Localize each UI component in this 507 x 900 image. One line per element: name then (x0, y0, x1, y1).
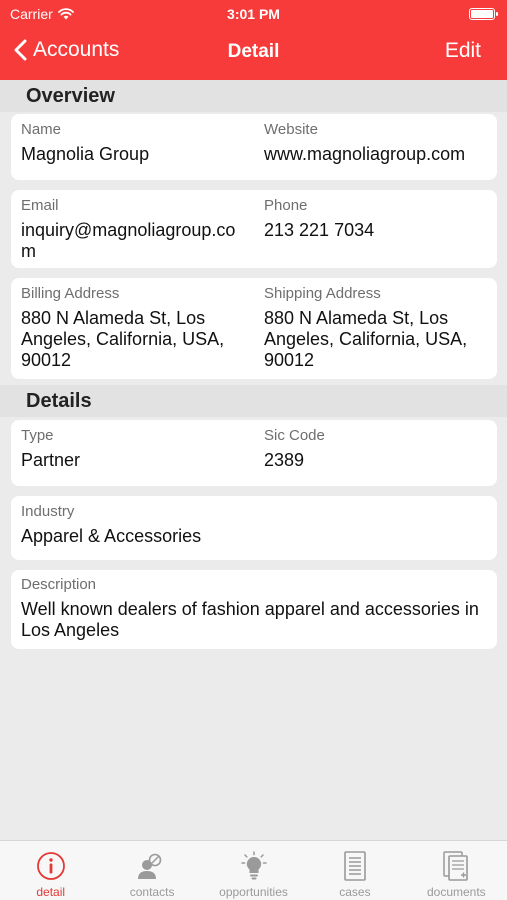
nav-bar: Accounts Detail Edit (0, 30, 507, 76)
type-value: Partner (21, 450, 81, 470)
address-card: Billing Address 880 N Alameda St, Los An… (11, 278, 497, 379)
sic-code-label: Sic Code (264, 427, 325, 444)
description-label: Description (21, 576, 97, 593)
name-website-card: Name Magnolia Group Website www.magnolia… (11, 114, 497, 180)
shipping-address-value: 880 N Alameda St, Los Angeles, Californi… (264, 308, 468, 370)
edit-button[interactable]: Edit (445, 39, 481, 63)
industry-card: Industry Apparel & Accessories (11, 496, 497, 560)
battery-icon (469, 8, 498, 20)
tab-documents-label: documents (426, 885, 486, 899)
industry-label: Industry (21, 503, 75, 520)
info-icon (34, 850, 68, 882)
phone-value[interactable]: 213 221 7034 (264, 220, 494, 241)
description-value: Well known dealers of fashion apparel an… (21, 599, 479, 640)
billing-address-label: Billing Address (21, 285, 120, 302)
billing-address-value: 880 N Alameda St, Los Angeles, Californi… (21, 308, 225, 370)
shipping-address-label: Shipping Address (264, 285, 381, 302)
phone-field[interactable]: Phone 213 221 7034 (264, 197, 494, 241)
industry-value: Apparel & Accessories (21, 526, 202, 546)
sic-code-field: Sic Code 2389 (264, 427, 494, 471)
billing-address-field: Billing Address 880 N Alameda St, Los An… (21, 285, 246, 371)
contacts-icon (135, 850, 169, 882)
tab-contacts-label: contacts (129, 885, 175, 899)
description-card: Description Well known dealers of fashio… (11, 570, 497, 649)
tab-detail[interactable]: detail (0, 841, 101, 900)
type-field: Type Partner (21, 427, 251, 471)
sic-code-value: 2389 (264, 450, 305, 470)
email-field[interactable]: Email inquiry@magnoliagroup.com (21, 197, 246, 262)
tab-bar: detail contacts opportunities cases docu… (0, 840, 507, 900)
tab-cases-label: cases (339, 885, 371, 899)
navigation-header: Carrier 3:01 PM Accounts Detail Edit (0, 0, 507, 80)
website-label: Website (264, 121, 318, 138)
type-label: Type (21, 427, 54, 444)
lightbulb-icon (237, 850, 271, 882)
tab-opportunities[interactable]: opportunities (203, 841, 304, 900)
name-field: Name Magnolia Group (21, 121, 251, 165)
cases-icon (338, 850, 372, 882)
website-value[interactable]: www.magnoliagroup.com (264, 144, 494, 165)
page-title: Detail (227, 41, 280, 62)
type-sic-card: Type Partner Sic Code 2389 (11, 420, 497, 486)
tab-contacts[interactable]: contacts (101, 841, 202, 900)
documents-icon (439, 850, 473, 882)
phone-label: Phone (264, 197, 308, 214)
status-bar: Carrier 3:01 PM (0, 0, 507, 28)
email-label: Email (21, 197, 59, 214)
tab-detail-label: detail (36, 885, 66, 899)
shipping-address-field: Shipping Address 880 N Alameda St, Los A… (264, 285, 489, 371)
tab-opportunities-label: opportunities (219, 885, 288, 899)
tab-documents[interactable]: documents (406, 841, 507, 900)
status-time: 3:01 PM (227, 6, 280, 22)
name-label: Name (21, 121, 62, 138)
description-field: Description Well known dealers of fashio… (21, 576, 491, 641)
website-field[interactable]: Website www.magnoliagroup.com (264, 121, 494, 165)
tab-cases[interactable]: cases (304, 841, 405, 900)
battery-level-fill (471, 10, 493, 18)
email-phone-card: Email inquiry@magnoliagroup.com Phone 21… (11, 190, 497, 268)
section-header-overview: Overview (0, 80, 507, 112)
email-value[interactable]: inquiry@magnoliagroup.com (21, 220, 246, 262)
name-value: Magnolia Group (21, 144, 150, 164)
section-header-details: Details (0, 385, 507, 417)
industry-field: Industry Apparel & Accessories (21, 503, 491, 547)
